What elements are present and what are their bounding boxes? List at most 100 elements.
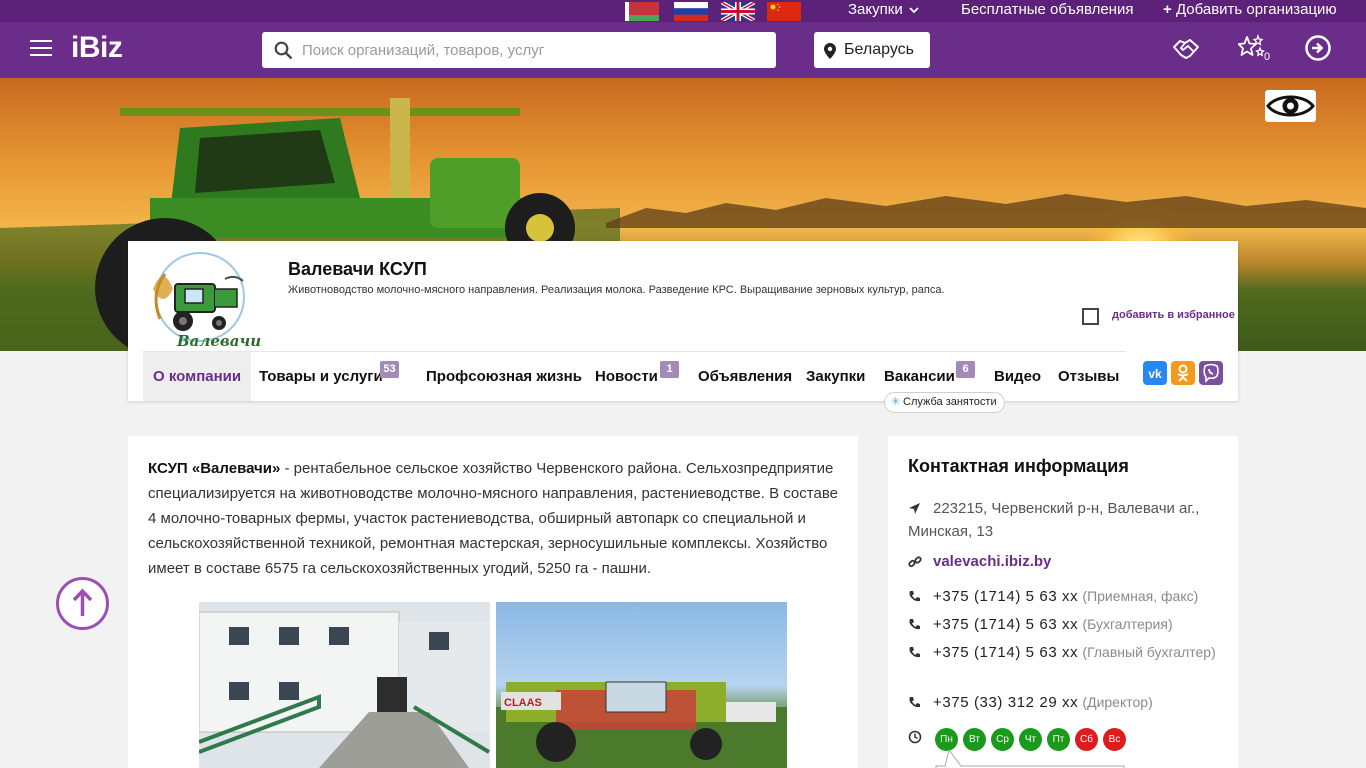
stars-icon <box>1238 34 1265 57</box>
website-link[interactable]: valevachi.ibiz.by <box>908 550 1228 573</box>
phone-row: +375 (1714) 5 63 xx (Бухгалтерия) <box>908 613 1228 636</box>
tab-announcements[interactable]: Объявления <box>698 352 792 401</box>
weekday-label: Вс <box>1108 734 1121 745</box>
add-to-favorites-label: добавить в избранное <box>1112 309 1235 321</box>
eye-icon <box>1266 95 1315 117</box>
about-text: КСУП «Валевачи» - рентабельное сельское … <box>148 456 843 581</box>
site-logo[interactable]: iBiz <box>71 31 123 65</box>
phone-note: (Бухгалтерия) <box>1082 616 1173 632</box>
phone-row: +375 (33) 312 29 xx (Директор) <box>908 691 1228 714</box>
phone-row: +375 (1714) 5 63 xx (Приемная, факс) <box>908 585 1228 608</box>
tab-union-life[interactable]: Профсоюзная жизнь <box>426 352 582 401</box>
phone-number[interactable]: +375 (1714) 5 63 xx <box>933 644 1078 661</box>
phone-row: +375 (1714) 5 63 xx (Главный бухгалтер) <box>908 641 1228 664</box>
ru-flag-icon[interactable] <box>674 2 708 21</box>
vacancies-count-badge: 6 <box>956 361 975 378</box>
weekday-saturday[interactable]: Сб <box>1075 728 1098 751</box>
about-description: - рентабельное сельское хозяйство Червен… <box>148 460 838 577</box>
company-description: Животноводство молочно-мясного направлен… <box>288 284 945 296</box>
weekday-label: Пн <box>940 734 953 745</box>
weekday-sunday[interactable]: Вс <box>1103 728 1126 751</box>
hamburger-menu-icon[interactable] <box>30 40 52 56</box>
weekday-label: Чт <box>1024 734 1037 745</box>
add-organization-link[interactable]: + Добавить организацию <box>1163 1 1337 18</box>
plus-icon: + <box>1163 1 1172 18</box>
products-count-badge: 53 <box>380 361 399 378</box>
employment-service-label: Служба занятости <box>903 396 997 408</box>
tab-reviews[interactable]: Отзывы <box>1058 352 1119 401</box>
about-section: КСУП «Валевачи» - рентабельное сельское … <box>128 436 858 768</box>
phone-note: (Приемная, факс) <box>1082 588 1199 604</box>
arrow-up-icon <box>72 588 93 616</box>
weekday-label: Сб <box>1080 734 1093 745</box>
region-label: Беларусь <box>844 41 914 58</box>
phone-icon <box>909 647 920 658</box>
procurement-label: Закупки <box>848 1 903 18</box>
region-selector[interactable]: Беларусь <box>814 32 930 68</box>
free-ads-link[interactable]: Бесплатные объявления <box>961 1 1133 18</box>
weekday-thursday[interactable]: Чт <box>1019 728 1042 751</box>
scroll-to-top-button[interactable] <box>56 577 109 630</box>
treeline <box>606 194 1366 228</box>
phone-note: (Директор) <box>1082 694 1153 710</box>
vk-share-icon[interactable]: vk <box>1143 361 1167 385</box>
top-utility-bar: Закупки Бесплатные объявления + Добавить… <box>0 0 1366 22</box>
handshake-icon[interactable] <box>1171 34 1201 64</box>
website-row: valevachi.ibiz.by <box>908 550 1228 573</box>
schedule-tooltip <box>935 749 1125 768</box>
main-header: iBiz Беларусь 0 <box>0 22 1366 78</box>
favorites-count: 0 <box>1264 51 1271 63</box>
svg-text:vk: vk <box>1148 367 1162 381</box>
clock-icon <box>908 730 922 744</box>
company-card: Валевачи Валевачи КСУП Животноводство мо… <box>128 241 1238 401</box>
office-building-photo[interactable] <box>199 602 490 768</box>
tab-news[interactable]: Новости <box>595 352 658 401</box>
weekday-label: Пт <box>1052 734 1065 745</box>
contacts-panel: Контактная информация 223215, Червенский… <box>888 436 1238 768</box>
weekday-label: Ср <box>996 734 1009 745</box>
login-icon[interactable] <box>1304 34 1332 62</box>
phone-number[interactable]: +375 (33) 312 29 xx <box>933 694 1078 711</box>
company-logo-text: Валевачи <box>177 332 262 350</box>
uk-flag-icon[interactable] <box>721 2 755 21</box>
search-icon <box>274 41 293 60</box>
phone-icon <box>909 697 920 708</box>
about-company-name: КСУП «Валевачи» <box>148 460 281 477</box>
contacts-title: Контактная информация <box>908 456 1129 476</box>
procurement-dropdown[interactable]: Закупки <box>848 1 919 18</box>
weekday-wednesday[interactable]: Ср <box>991 728 1014 751</box>
link-icon <box>908 556 922 568</box>
phone-icon <box>909 591 920 602</box>
viber-share-icon[interactable] <box>1199 361 1223 385</box>
weekday-tuesday[interactable]: Вт <box>963 728 986 751</box>
weekday-label: Вт <box>969 734 980 745</box>
tab-products[interactable]: Товары и услуги <box>259 352 383 401</box>
search-input[interactable] <box>302 32 762 68</box>
phone-note: (Главный бухгалтер) <box>1082 644 1216 660</box>
sparkle-icon: ✳ <box>891 396 901 408</box>
svg-text:CLAAS: CLAAS <box>504 697 542 709</box>
location-arrow-icon <box>909 503 920 514</box>
employment-service-tag[interactable]: ✳ Служба занятости <box>884 392 1005 413</box>
weekday-friday[interactable]: Пт <box>1047 728 1070 751</box>
search-box <box>262 32 776 68</box>
company-logo: Валевачи <box>145 249 261 350</box>
add-organization-label: Добавить организацию <box>1175 1 1337 18</box>
news-count-badge: 1 <box>660 361 679 378</box>
weekday-monday[interactable]: Пн <box>935 728 958 751</box>
company-name: Валевачи КСУП <box>288 259 427 279</box>
odnoklassniki-share-icon[interactable] <box>1171 361 1195 385</box>
phone-number[interactable]: +375 (1714) 5 63 xx <box>933 616 1078 633</box>
by-flag-icon[interactable] <box>625 2 659 21</box>
address-row: 223215, Червенский р-н, Валевачи аг., Ми… <box>908 497 1228 543</box>
favorite-checkbox[interactable] <box>1082 308 1099 325</box>
cn-flag-icon[interactable] <box>767 2 801 21</box>
phone-number[interactable]: +375 (1714) 5 63 xx <box>933 588 1078 605</box>
map-pin-icon <box>824 43 836 59</box>
favorites-button[interactable]: 0 <box>1238 34 1274 66</box>
address-text: 223215, Червенский р-н, Валевачи аг., Ми… <box>908 500 1200 540</box>
combine-harvester-photo[interactable]: CLAAS <box>496 602 787 768</box>
tab-about[interactable]: О компании <box>143 352 252 401</box>
view-toggle-button[interactable] <box>1265 90 1316 122</box>
tab-procurement[interactable]: Закупки <box>806 352 865 401</box>
